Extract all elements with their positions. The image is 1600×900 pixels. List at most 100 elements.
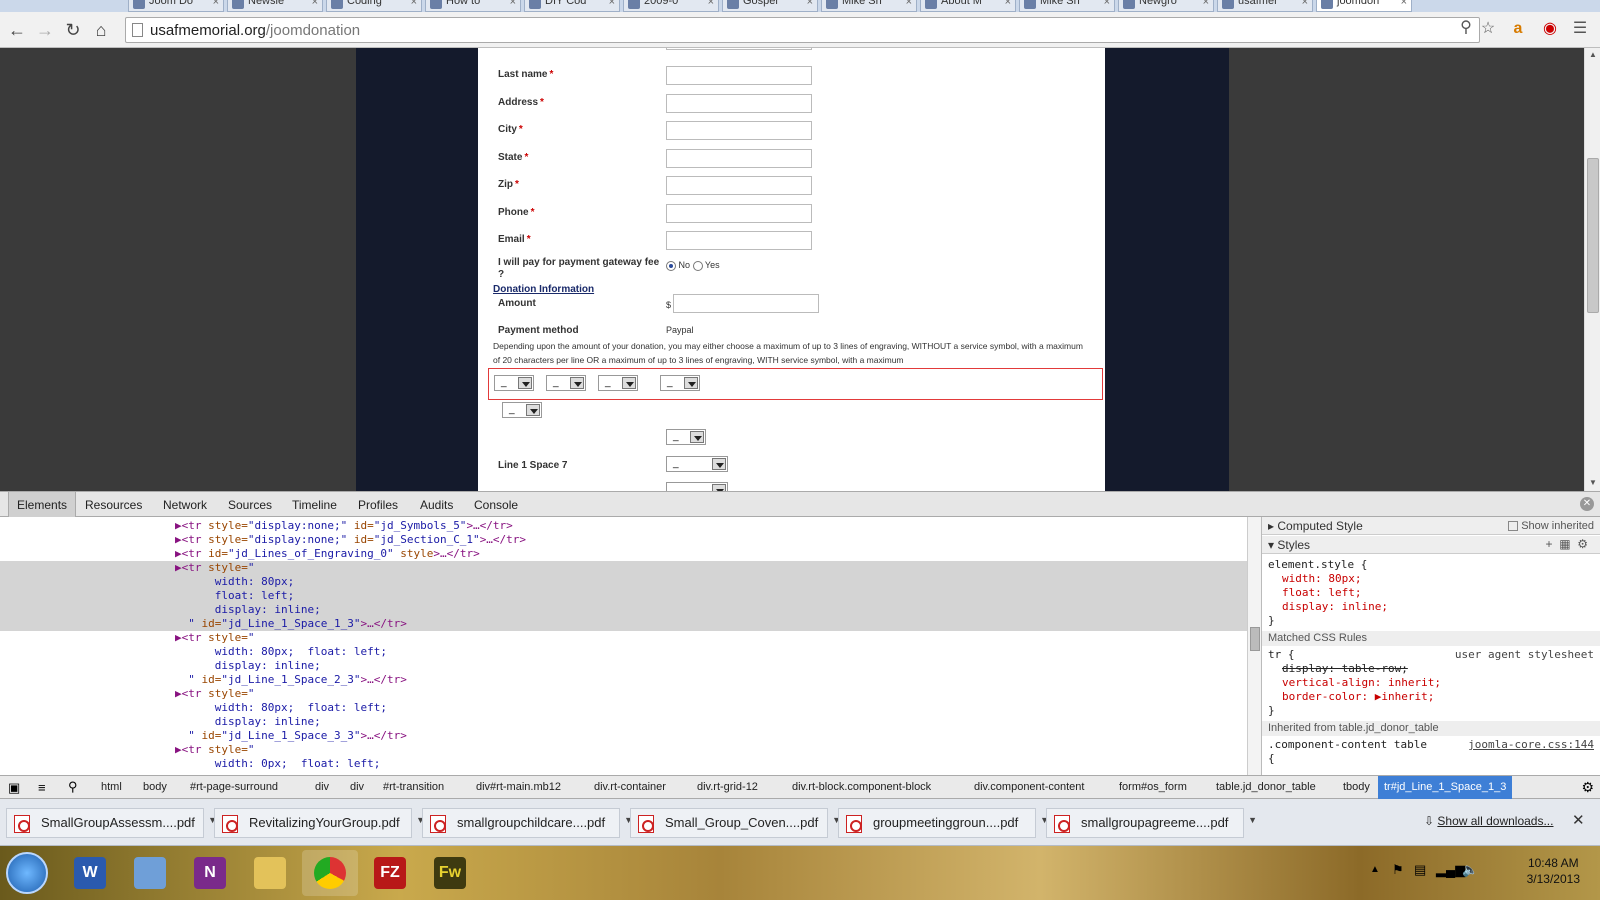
- checkbox-icon[interactable]: [1508, 521, 1519, 532]
- reload-icon[interactable]: ↻: [62, 19, 84, 41]
- dom-node-line[interactable]: float: left;: [0, 589, 1247, 603]
- engraving-space-5-select[interactable]: _: [502, 402, 542, 418]
- dom-node-line[interactable]: width: 80px; float: left;: [0, 701, 1247, 715]
- gateway-no-radio[interactable]: [666, 260, 676, 271]
- engraving-space-2-select[interactable]: _: [546, 375, 586, 391]
- dom-breadcrumb-item[interactable]: div: [350, 781, 364, 793]
- browser-tab[interactable]: joomdon ×: [1316, 0, 1412, 12]
- browser-tab[interactable]: Mike Sh ×: [821, 0, 917, 12]
- back-icon[interactable]: ←: [6, 19, 28, 41]
- browser-tab[interactable]: About M ×: [920, 0, 1016, 12]
- browser-tab[interactable]: 2009-0 ×: [623, 0, 719, 12]
- browser-tab[interactable]: usafmer ×: [1217, 0, 1313, 12]
- home-icon[interactable]: ⌂: [90, 19, 112, 41]
- tab-close-icon[interactable]: ×: [1401, 0, 1407, 8]
- taskbar-onenote[interactable]: N: [182, 850, 238, 896]
- close-downloads-icon[interactable]: ✕: [1572, 811, 1585, 829]
- line1-space8-select[interactable]: _: [666, 482, 728, 491]
- dom-breadcrumb-item[interactable]: table.jd_donor_table: [1216, 781, 1316, 793]
- page-scrollbar[interactable]: ▲ ▼: [1584, 48, 1600, 491]
- taskbar-word[interactable]: W: [62, 850, 118, 896]
- download-item[interactable]: SmallGroupAssessm....pdf ▼: [6, 808, 217, 838]
- dom-node-line[interactable]: ▶<tr style=": [0, 561, 1247, 575]
- tray-expand-icon[interactable]: ▲: [1370, 864, 1380, 875]
- form-text-input[interactable]: [666, 203, 812, 223]
- settings-gear-icon[interactable]: ⚙: [1581, 779, 1594, 796]
- taskbar-chrome[interactable]: [302, 850, 358, 896]
- dom-breadcrumb-item[interactable]: html: [101, 781, 122, 793]
- tab-close-icon[interactable]: ×: [609, 0, 615, 8]
- browser-tab[interactable]: Newsle ×: [227, 0, 323, 12]
- tab-close-icon[interactable]: ×: [213, 0, 219, 8]
- close-devtools-icon[interactable]: ✕: [1580, 497, 1594, 511]
- show-inherited-toggle[interactable]: Show inherited: [1508, 520, 1594, 532]
- dock-icon[interactable]: ▣: [8, 780, 20, 796]
- volume-icon[interactable]: 🔈: [1462, 862, 1478, 878]
- tab-close-icon[interactable]: ×: [510, 0, 516, 8]
- dom-node-line[interactable]: width: 80px; float: left;: [0, 645, 1247, 659]
- form-text-input[interactable]: [666, 66, 812, 85]
- dom-node-line[interactable]: " id="jd_Line_1_Space_3_3">…</tr>: [0, 729, 1247, 743]
- dom-breadcrumb-item[interactable]: body: [143, 781, 167, 793]
- dom-node-line[interactable]: " id="jd_Line_1_Space_1_3">…</tr>: [0, 617, 1247, 631]
- tab-close-icon[interactable]: ×: [1203, 0, 1209, 8]
- dom-breadcrumb-item[interactable]: div#rt-main.mb12: [476, 781, 561, 793]
- gateway-yes-radio[interactable]: [692, 260, 703, 271]
- first-name-input[interactable]: [666, 48, 812, 50]
- dom-node-line[interactable]: ▶<tr style=": [0, 687, 1247, 701]
- devtools-tab[interactable]: Timeline: [292, 498, 337, 512]
- element-style-rule[interactable]: width: 80px;: [1282, 572, 1361, 585]
- dom-node-line[interactable]: ▶<tr style=": [0, 631, 1247, 645]
- dom-breadcrumb-item[interactable]: form#os_form: [1119, 781, 1187, 793]
- bookmark-star-icon[interactable]: ☆: [1478, 19, 1498, 39]
- menu-icon[interactable]: ☰: [1570, 19, 1590, 39]
- form-text-input[interactable]: [666, 121, 812, 140]
- dom-node-line[interactable]: ▶<tr style=": [0, 743, 1247, 757]
- tab-close-icon[interactable]: ×: [312, 0, 318, 8]
- devtools-tab[interactable]: Elements: [8, 492, 77, 517]
- devtools-tab[interactable]: Resources: [85, 498, 142, 512]
- element-state-icon[interactable]: ▦: [1559, 537, 1570, 551]
- action-center-flag-icon[interactable]: ⚑: [1392, 862, 1404, 878]
- download-item[interactable]: smallgroupagreeme....pdf ▼: [1046, 808, 1257, 838]
- dom-breadcrumb-item[interactable]: div.rt-grid-12: [697, 781, 758, 793]
- adblock-extension-icon[interactable]: ◉: [1540, 19, 1560, 39]
- devtools-tab[interactable]: Sources: [228, 498, 272, 512]
- download-item[interactable]: RevitalizingYourGroup.pdf ▼: [214, 808, 425, 838]
- dom-node-line[interactable]: display: inline;: [0, 603, 1247, 617]
- dom-breadcrumb-item[interactable]: div.component-content: [974, 781, 1084, 793]
- dom-breadcrumb-item[interactable]: tr#jd_Line_1_Space_1_3: [1378, 776, 1513, 799]
- gear-icon[interactable]: ⚙: [1577, 537, 1588, 551]
- dom-node-line[interactable]: display: inline;: [0, 659, 1247, 673]
- dom-node-line[interactable]: ▶<tr style="display:none;" id="jd_Sectio…: [0, 533, 1247, 547]
- add-rule-icon[interactable]: +: [1546, 537, 1553, 551]
- form-text-input[interactable]: [666, 148, 812, 168]
- engraving-space-1-select[interactable]: _: [494, 375, 534, 391]
- device-icon[interactable]: ▤: [1414, 862, 1426, 878]
- amount-input[interactable]: [673, 294, 819, 313]
- address-bar[interactable]: usafmemorial.org/joomdonation: [125, 17, 1480, 43]
- tab-close-icon[interactable]: ×: [1104, 0, 1110, 8]
- tab-close-icon[interactable]: ×: [807, 0, 813, 8]
- dom-node-line[interactable]: " id="jd_Line_1_Space_2_3">…</tr>: [0, 673, 1247, 687]
- engraving-space-3-select[interactable]: _: [598, 375, 638, 391]
- browser-tab[interactable]: Mike Sh ×: [1019, 0, 1115, 12]
- devtools-tab[interactable]: Network: [163, 498, 207, 512]
- devtools-tab[interactable]: Profiles: [358, 498, 398, 512]
- tab-close-icon[interactable]: ×: [708, 0, 714, 8]
- dom-node-line[interactable]: display: inline;: [0, 715, 1247, 729]
- inherited-source-link[interactable]: joomla-core.css:144: [1468, 738, 1594, 751]
- engraving-space-6-select[interactable]: _: [666, 429, 706, 445]
- dom-node-line[interactable]: ▶<tr id="jd_Lines_of_Engraving_0" style>…: [0, 547, 1247, 561]
- element-style-rule[interactable]: float: left;: [1282, 586, 1361, 599]
- tab-close-icon[interactable]: ×: [411, 0, 417, 8]
- download-item[interactable]: groupmeetinggroun....pdf ▼: [838, 808, 1049, 838]
- dom-breadcrumb-item[interactable]: div.rt-block.component-block: [792, 781, 931, 793]
- dom-scrollbar[interactable]: [1247, 517, 1261, 775]
- devtools-tab[interactable]: Console: [474, 498, 518, 512]
- browser-tab[interactable]: How to ×: [425, 0, 521, 12]
- browser-tab[interactable]: DIY Cod ×: [524, 0, 620, 12]
- element-style-rule[interactable]: display: inline;: [1282, 600, 1388, 613]
- taskbar-notepad[interactable]: [122, 850, 178, 896]
- engraving-space-4-select[interactable]: _: [660, 375, 700, 391]
